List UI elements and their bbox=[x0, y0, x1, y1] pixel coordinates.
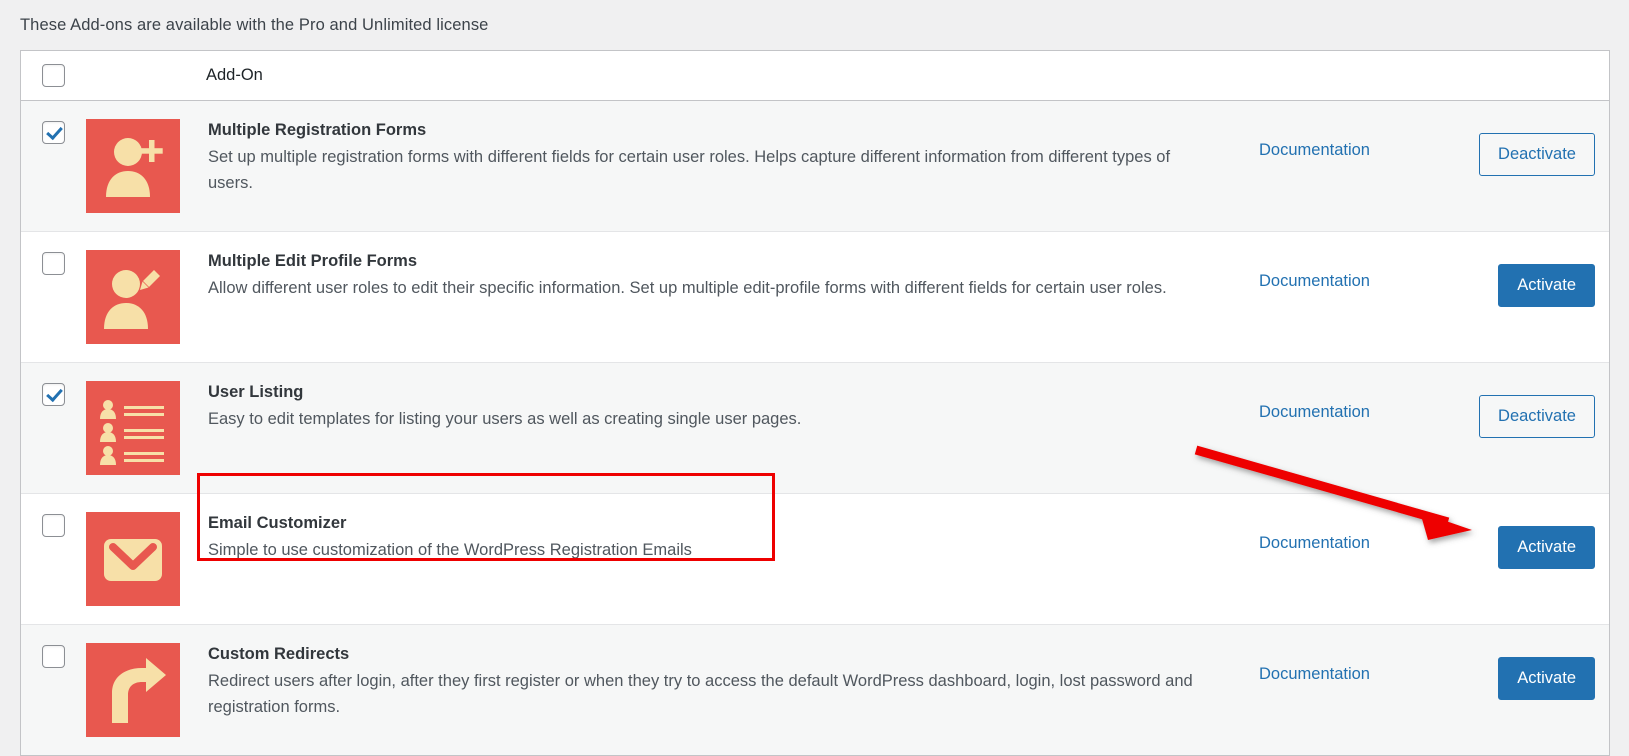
addon-icon-cell bbox=[86, 512, 184, 606]
license-notice: These Add-ons are available with the Pro… bbox=[20, 16, 489, 34]
row-select-checkbox[interactable] bbox=[42, 514, 65, 537]
table-row: Email Customizer Simple to use customiza… bbox=[21, 494, 1609, 625]
table-header-row: Add-On bbox=[21, 51, 1609, 101]
row-select-checkbox[interactable] bbox=[42, 645, 65, 668]
documentation-link[interactable]: Documentation bbox=[1259, 534, 1370, 552]
user-edit-icon bbox=[86, 250, 180, 344]
addon-title: Multiple Edit Profile Forms bbox=[208, 252, 418, 270]
addons-table: Add-On Multiple Registration Forms Set u… bbox=[20, 50, 1610, 756]
addon-description: Set up multiple registration forms with … bbox=[208, 148, 1171, 192]
row-select-checkbox[interactable] bbox=[42, 383, 65, 406]
row-select-checkbox[interactable] bbox=[42, 252, 65, 275]
addon-icon-cell bbox=[86, 643, 184, 737]
documentation-cell: Documentation bbox=[1259, 643, 1449, 684]
action-cell: Activate bbox=[1449, 512, 1609, 569]
addon-title: Custom Redirects bbox=[208, 645, 350, 663]
addon-text-cell: Custom Redirects Redirect users after lo… bbox=[184, 643, 1259, 720]
documentation-link[interactable]: Documentation bbox=[1259, 403, 1370, 421]
addon-description: Redirect users after login, after they f… bbox=[208, 672, 1193, 716]
select-all-cell bbox=[21, 64, 86, 87]
activate-button[interactable]: Activate bbox=[1498, 526, 1595, 569]
addon-title: Email Customizer bbox=[208, 514, 347, 532]
activate-button[interactable]: Activate bbox=[1498, 264, 1595, 307]
column-header-addon: Add-On bbox=[206, 66, 263, 84]
documentation-link[interactable]: Documentation bbox=[1259, 665, 1370, 683]
row-checkbox-cell bbox=[21, 512, 86, 537]
documentation-link[interactable]: Documentation bbox=[1259, 272, 1370, 290]
row-checkbox-cell bbox=[21, 643, 86, 668]
table-row: Custom Redirects Redirect users after lo… bbox=[21, 625, 1609, 755]
envelope-icon bbox=[86, 512, 180, 606]
select-all-checkbox[interactable] bbox=[42, 64, 65, 87]
addon-description: Simple to use customization of the WordP… bbox=[208, 541, 692, 560]
row-checkbox-cell bbox=[21, 381, 86, 406]
action-cell: Deactivate bbox=[1449, 381, 1609, 438]
addon-title: User Listing bbox=[208, 383, 304, 401]
addon-title: Multiple Registration Forms bbox=[208, 121, 427, 139]
table-row: Multiple Edit Profile Forms Allow differ… bbox=[21, 232, 1609, 363]
activate-button[interactable]: Activate bbox=[1498, 657, 1595, 700]
deactivate-button[interactable]: Deactivate bbox=[1479, 395, 1595, 438]
documentation-cell: Documentation bbox=[1259, 250, 1449, 291]
user-plus-icon bbox=[86, 119, 180, 213]
documentation-cell: Documentation bbox=[1259, 119, 1449, 160]
row-checkbox-cell bbox=[21, 119, 86, 144]
addon-icon-cell bbox=[86, 381, 184, 475]
addon-description: Allow different user roles to edit their… bbox=[208, 279, 1167, 298]
action-cell: Activate bbox=[1449, 643, 1609, 700]
addon-icon-cell bbox=[86, 119, 184, 213]
action-cell: Deactivate bbox=[1449, 119, 1609, 176]
addon-text-cell: Multiple Registration Forms Set up multi… bbox=[184, 119, 1259, 196]
documentation-cell: Documentation bbox=[1259, 512, 1449, 553]
table-row: User Listing Easy to edit templates for … bbox=[21, 363, 1609, 494]
table-row: Multiple Registration Forms Set up multi… bbox=[21, 101, 1609, 232]
addon-text-cell: User Listing Easy to edit templates for … bbox=[184, 381, 1259, 433]
redirect-arrow-icon bbox=[86, 643, 180, 737]
row-select-checkbox[interactable] bbox=[42, 121, 65, 144]
deactivate-button[interactable]: Deactivate bbox=[1479, 133, 1595, 176]
addon-description: Easy to edit templates for listing your … bbox=[208, 410, 802, 429]
documentation-cell: Documentation bbox=[1259, 381, 1449, 422]
addon-text-cell: Email Customizer Simple to use customiza… bbox=[184, 512, 1259, 564]
addon-icon-cell bbox=[86, 250, 184, 344]
documentation-link[interactable]: Documentation bbox=[1259, 141, 1370, 159]
action-cell: Activate bbox=[1449, 250, 1609, 307]
row-checkbox-cell bbox=[21, 250, 86, 275]
addon-text-cell: Multiple Edit Profile Forms Allow differ… bbox=[184, 250, 1259, 302]
user-list-icon bbox=[86, 381, 180, 475]
